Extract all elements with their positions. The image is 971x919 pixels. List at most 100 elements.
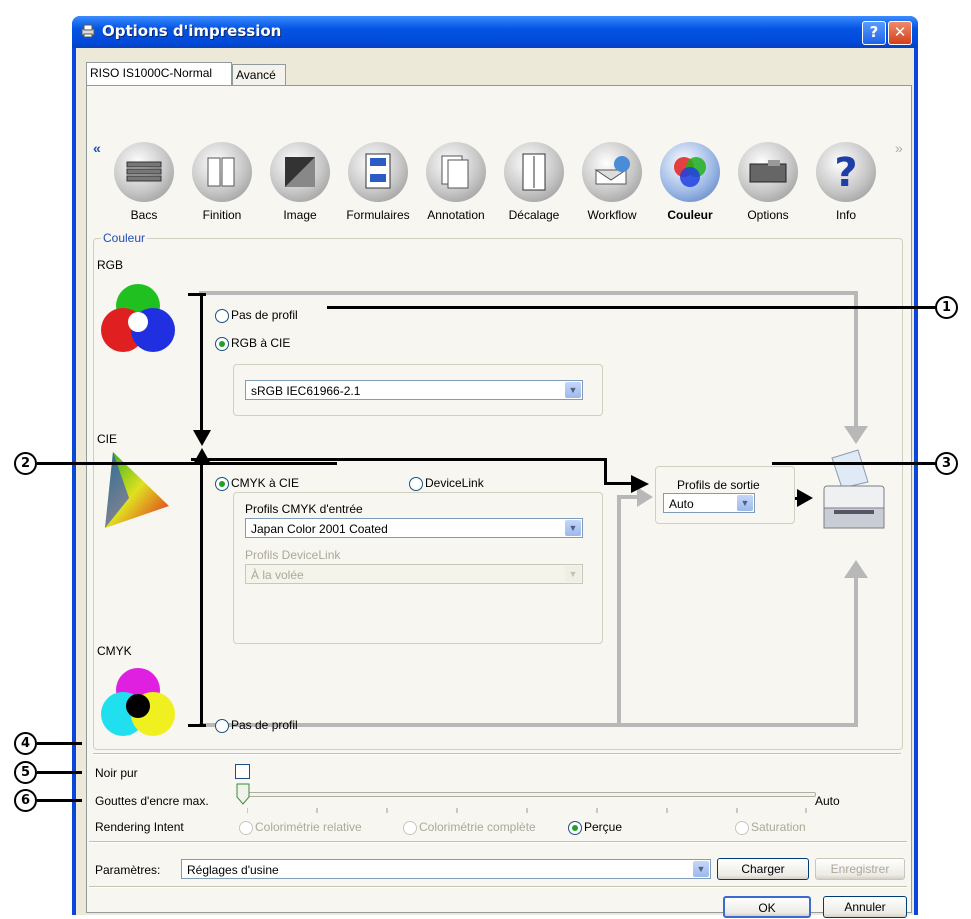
- svg-text:?: ?: [834, 150, 857, 196]
- flow-line: [191, 458, 607, 461]
- rgb-no-profile-radio[interactable]: [215, 309, 229, 323]
- flow-line: [188, 724, 206, 727]
- cmyk-no-profile-radio[interactable]: [215, 719, 229, 733]
- separator: [93, 753, 901, 755]
- cmyk-input-select[interactable]: Japan Color 2001 Coated ▼: [245, 518, 583, 538]
- cmyk-to-cie-radio[interactable]: [215, 477, 229, 491]
- output-profile-label: Profils de sortie: [677, 478, 760, 492]
- charger-button[interactable]: Charger: [717, 858, 809, 880]
- annotation-icon[interactable]: [426, 142, 486, 202]
- flow-arrow-icon: [844, 426, 868, 444]
- printer-app-icon: [81, 24, 95, 38]
- callout-5: 5: [14, 761, 37, 784]
- scroll-right-icon[interactable]: »: [895, 140, 903, 156]
- close-button[interactable]: ✕: [888, 21, 912, 45]
- rgb-label: RGB: [97, 258, 124, 272]
- chevron-down-icon: ▼: [565, 566, 581, 582]
- rendering-intent-label: Rendering Intent: [95, 820, 184, 834]
- gouttes-slider-track[interactable]: [244, 792, 816, 797]
- devicelink-profile-label: Profils DeviceLink: [245, 548, 341, 562]
- flow-arrow-icon: [844, 560, 868, 578]
- intent-relative-radio[interactable]: [239, 821, 253, 835]
- intent-saturation-radio[interactable]: [735, 821, 749, 835]
- rgb-to-cie-radio[interactable]: [215, 337, 229, 351]
- decalage-icon[interactable]: [504, 142, 564, 202]
- toolbar-label-couleur: Couleur: [667, 208, 713, 222]
- gouttes-label: Gouttes d'encre max.: [95, 794, 209, 808]
- cmyk-color-icon: [101, 668, 175, 736]
- intent-complete-radio[interactable]: [403, 821, 417, 835]
- toolbar-label-annotation: Annotation: [427, 208, 485, 222]
- title-bar: Options d'impression ? ✕: [72, 16, 918, 48]
- info-icon[interactable]: ?: [816, 142, 876, 202]
- dialog-client: RISO IS1000C-Normal Avancé « » ? Bacs Fi…: [76, 48, 914, 918]
- intent-percue-label: Perçue: [584, 820, 623, 834]
- toolbar-label-info: Info: [835, 208, 856, 222]
- flow-line: [199, 291, 858, 295]
- toolbar-label-workflow: Workflow: [587, 208, 637, 222]
- bacs-icon[interactable]: [114, 142, 174, 202]
- rgb-to-cie-label: RGB à CIE: [231, 336, 291, 350]
- couleur-icon[interactable]: [660, 142, 720, 202]
- flow-line: [188, 293, 206, 296]
- cmyk-input-label: Profils CMYK d'entrée: [245, 502, 363, 516]
- toolbar-label-formulaires: Formulaires: [346, 208, 410, 222]
- cmyk-to-cie-label: CMYK à CIE: [231, 476, 300, 490]
- devicelink-label: DeviceLink: [425, 476, 484, 490]
- arrow-right-icon: [631, 475, 649, 493]
- chevron-down-icon: ▼: [737, 495, 753, 511]
- flow-line: [199, 723, 858, 727]
- window-title: Options d'impression: [102, 22, 282, 40]
- flow-line: [854, 576, 858, 726]
- callout-line: [37, 771, 82, 774]
- callout-6: 6: [14, 789, 37, 812]
- toolbar-label-options: Options: [747, 208, 789, 222]
- cmyk-label: CMYK: [97, 644, 132, 658]
- chevron-down-icon: ▼: [693, 861, 709, 877]
- cie-gamut-icon: [105, 452, 169, 528]
- finition-icon[interactable]: [192, 142, 252, 202]
- tab-riso-normal[interactable]: RISO IS1000C-Normal: [86, 62, 232, 85]
- chevron-down-icon: ▼: [565, 382, 581, 398]
- callout-2: 2: [14, 452, 37, 475]
- enregistrer-button[interactable]: Enregistrer: [815, 858, 905, 880]
- params-select[interactable]: Réglages d'usine ▼: [181, 859, 711, 879]
- flow-line: [854, 291, 858, 431]
- devicelink-radio[interactable]: [409, 477, 423, 491]
- tab-avance[interactable]: Avancé: [232, 64, 286, 85]
- devicelink-profile-select[interactable]: À la volée ▼: [245, 564, 583, 584]
- flow-line: [200, 293, 203, 435]
- workflow-icon[interactable]: [582, 142, 642, 202]
- gouttes-slider-thumb[interactable]: [236, 783, 250, 805]
- callout-line: [37, 799, 82, 802]
- toolbar-label-image: Image: [283, 208, 317, 222]
- rgb-color-icon: [101, 284, 175, 352]
- options-icon[interactable]: [738, 142, 798, 202]
- intent-percue-radio[interactable]: [568, 821, 582, 835]
- print-options-window: Options d'impression ? ✕ RISO IS1000C-No…: [72, 16, 918, 918]
- scroll-left-icon[interactable]: «: [93, 140, 101, 156]
- callout-4: 4: [14, 732, 37, 755]
- toolbar-label-finition: Finition: [202, 208, 242, 222]
- callout-line: [772, 462, 937, 465]
- separator: [89, 886, 907, 888]
- couleur-group-label: Couleur: [101, 231, 148, 245]
- rgb-profile-select[interactable]: sRGB IEC61966-2.1 ▼: [245, 380, 583, 400]
- intent-saturation-label: Saturation: [751, 820, 806, 834]
- image-icon[interactable]: [270, 142, 330, 202]
- slider-ticks: [247, 808, 807, 813]
- params-label: Paramètres:: [95, 863, 161, 877]
- formulaires-icon[interactable]: [348, 142, 408, 202]
- tab-panel: « » ? Bacs Finition Image Formulaires An…: [86, 85, 912, 918]
- intent-relative-label: Colorimétrie relative: [255, 820, 362, 834]
- output-profile-select[interactable]: Auto ▼: [663, 493, 755, 513]
- flow-line: [617, 498, 621, 726]
- callout-line: [327, 306, 937, 309]
- noir-pur-checkbox[interactable]: [235, 764, 250, 779]
- chevron-down-icon: ▼: [565, 520, 581, 536]
- arrow-down-icon: [193, 430, 211, 446]
- gouttes-value: Auto: [815, 794, 840, 808]
- toolbar-label-decalage: Décalage: [508, 208, 560, 222]
- cie-label: CIE: [97, 432, 118, 446]
- help-button[interactable]: ?: [862, 21, 886, 45]
